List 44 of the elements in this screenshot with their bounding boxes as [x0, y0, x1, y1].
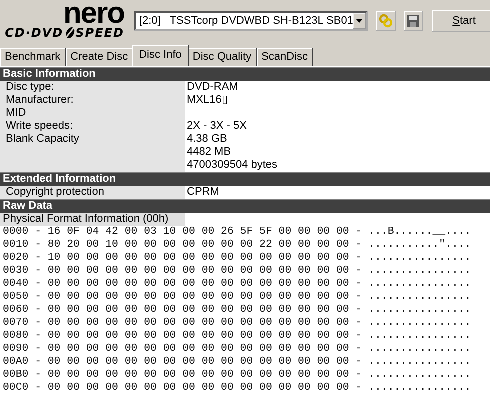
save-button[interactable] [404, 11, 423, 31]
caret-icon [356, 19, 364, 23]
field-label: Disc type: [0, 81, 185, 94]
hex-dump-line: 0040 - 00 00 00 00 00 00 00 00 00 00 00 00 00 00 00 00 - ................ [2, 278, 472, 291]
tab[interactable]: ScanDisc [256, 48, 314, 66]
hex-dump-line: 0030 - 00 00 00 00 00 00 00 00 00 00 00 00 00 00 00 00 - ................ [2, 265, 472, 278]
tab[interactable]: Disc Quality [188, 48, 257, 66]
field-value: CPRM [187, 186, 220, 199]
field-label: Copyright protection [0, 186, 185, 199]
section-header: Raw Data [0, 199, 490, 213]
subheading: Physical Format Information (00h) [0, 213, 185, 226]
field-value: 4.38 GB [187, 133, 228, 146]
hex-dump-line: 00A0 - 00 00 00 00 00 00 00 00 00 00 00 00 00 00 00 00 - ................ [2, 356, 472, 369]
section-header: Extended Information [0, 172, 490, 186]
hex-dump-line: 00C0 - 00 00 00 00 00 00 00 00 00 00 00 00 00 00 00 00 - ................ [2, 382, 472, 395]
hex-dump-line: 0070 - 00 00 00 00 00 00 00 00 00 00 00 00 00 00 00 00 - ................ [2, 317, 472, 330]
hex-dump-line: 00B0 - 00 00 00 00 00 00 00 00 00 00 00 00 00 00 00 00 - ................ [2, 369, 472, 382]
hex-dump-line: 0010 - 80 20 00 10 00 00 00 00 00 00 00 22 00 00 00 00 - ...........".... [2, 239, 472, 252]
slashed-disc-icon [64, 27, 76, 39]
field-label: Write speeds: [0, 120, 185, 133]
hex-dump-line: 0080 - 00 00 00 00 00 00 00 00 00 00 00 00 00 00 00 00 - ................ [2, 330, 472, 343]
hex-dump-line: 0090 - 00 00 00 00 00 00 00 00 00 00 00 00 00 00 00 00 - ................ [2, 343, 472, 356]
field-label: Blank Capacity [0, 133, 185, 172]
hex-dump-line: 0000 - 16 0F 04 42 00 03 10 00 00 26 5F 5F 00 00 00 00 - ...B......__.... [2, 226, 472, 239]
logo-subtitle: SPEED [76, 26, 124, 40]
tab[interactable]: Create Disc [66, 48, 134, 66]
start-button[interactable]: Start [432, 10, 490, 32]
field-label: Manufacturer: [0, 94, 185, 107]
drive-dropdown[interactable]: [2:0] TSSTcorp DVDWBD SH-B123L SB01 [134, 11, 368, 31]
logo-subtitle: CD·DVD [5, 26, 64, 40]
field-label: MID [0, 107, 185, 120]
tab[interactable]: Benchmark [0, 48, 66, 66]
section-header: Basic Information [0, 67, 490, 81]
logo-wordmark: nero [63, 2, 124, 26]
hex-dump-line: 0060 - 00 00 00 00 00 00 00 00 00 00 00 00 00 00 00 00 - ................ [2, 304, 472, 317]
field-value: 2X - 3X - 5X [187, 120, 248, 133]
hex-dump-line: 0020 - 10 00 00 00 00 00 00 00 00 00 00 00 00 00 00 00 - ................ [2, 252, 472, 265]
hex-dump-line: 0050 - 00 00 00 00 00 00 00 00 00 00 00 00 00 00 00 00 - ................ [2, 291, 472, 304]
field-value: 4700309504 bytes [187, 159, 279, 172]
field-value: DVD-RAM [187, 81, 240, 94]
field-value: MXL16▯ [187, 94, 229, 107]
field-value: 4482 MB [187, 146, 232, 159]
tab[interactable]: Disc Info [132, 45, 189, 66]
chain-link-icon [379, 14, 393, 28]
